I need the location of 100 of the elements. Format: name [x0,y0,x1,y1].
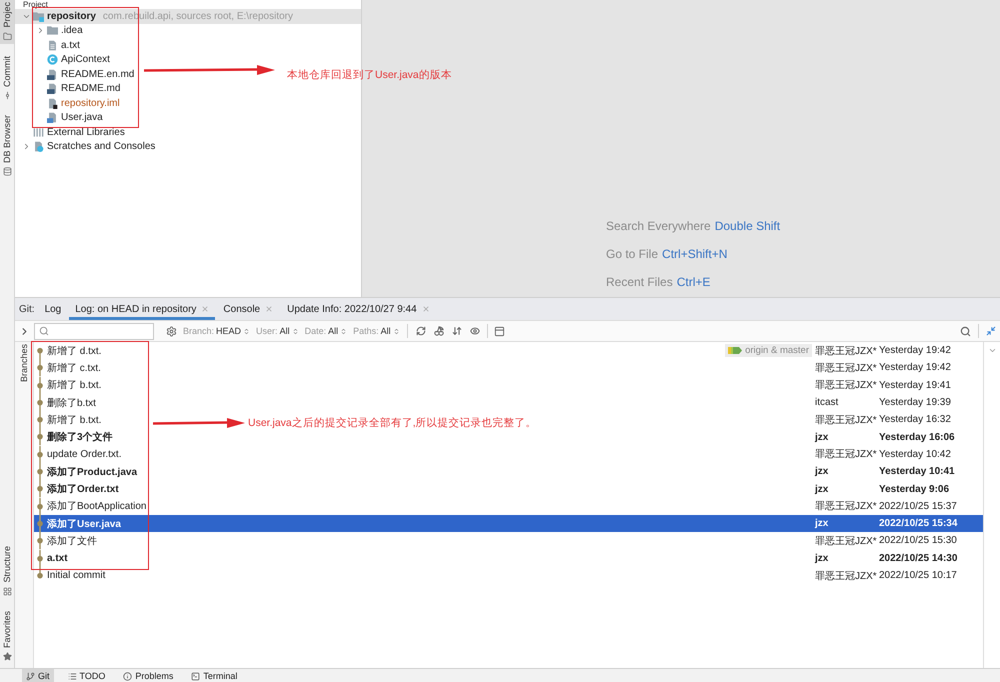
tree-item[interactable]: README.md [15,82,124,96]
commit-message[interactable]: 新增了 d.txt. [47,344,102,358]
commit-author: 罪恶王冠JZX* [815,362,878,375]
text-file-icon [47,40,58,51]
commit-message[interactable]: 添加了Product.java [47,464,138,479]
commit-graph-node [35,376,45,394]
tree-item[interactable]: .idea [15,24,87,38]
tool-window-tab[interactable]: Commit [0,54,14,103]
commit-date: Yesterday 19:39 [879,397,952,408]
tool-window-button[interactable]: Terminal [187,669,242,682]
folder-icon [47,25,58,36]
commit-message[interactable]: update Order.txt. [47,448,122,460]
tool-window-tab[interactable]: Structure [0,544,14,599]
commit-date: 2022/10/25 15:34 [879,518,958,530]
commit-graph-node [35,411,45,428]
commit-graph-node [35,359,45,377]
commit-date: Yesterday 10:41 [879,466,956,478]
commit-author: 罪恶王冠JZX* [815,414,878,427]
commit-graph-node [35,480,45,498]
tool-window-tab[interactable]: Favorites [0,608,14,664]
commit-date: Yesterday 9:06 [879,484,950,495]
commit-message[interactable]: 添加了文件 [47,534,97,548]
panel-title: Project [23,0,48,9]
search-field[interactable] [34,322,154,340]
editor-hint: Recent Files Ctrl+E [606,275,710,290]
commit-date: Yesterday 19:42 [879,345,952,356]
commit-author: 罪恶王冠JZX* [815,534,878,548]
commit-date: Yesterday 10:42 [879,448,952,460]
markdown-file-icon [47,83,58,94]
tree-item[interactable]: README.en.md [15,67,138,82]
scratch-icon [33,141,44,152]
structure-icon [2,586,12,596]
tree-item[interactable]: repository.iml [15,96,124,110]
commit-message[interactable]: 新增了 b.txt. [47,378,102,392]
commit-graph-node [35,428,45,446]
commit-author: jzx [815,552,830,564]
java-file-icon [47,112,58,124]
tree-item[interactable]: Scratches and Consoles [15,140,160,154]
cherry-icon[interactable] [434,326,444,336]
commit-date: 2022/10/25 15:30 [879,535,958,546]
branches-tab[interactable]: Branches [18,342,30,384]
tool-window-button[interactable]: TODO [64,669,110,682]
filter-dropdown[interactable]: Paths: All [353,326,400,336]
commit-graph-node [35,463,45,480]
commit-message[interactable]: 新增了 c.txt. [47,360,101,375]
annotation-text: 本地仓库回退到了User.java的版本 [287,68,452,82]
tree-item[interactable]: ApiContext [15,52,114,67]
commit-date: 2022/10/25 10:17 [879,570,958,581]
tab[interactable]: Log [38,298,68,320]
commit-author: 罪恶王冠JZX* [815,500,878,514]
star-icon [2,652,12,661]
tree-item[interactable]: User.java [15,110,107,125]
close-icon[interactable] [201,305,210,313]
commit-message[interactable]: 添加了Order.txt [47,482,119,496]
list-icon [68,672,77,680]
tree-item[interactable]: a.txt [15,38,84,52]
commit-message[interactable]: 删除了3个文件 [47,430,113,444]
branch-icon [26,672,35,680]
settings-icon[interactable] [166,326,177,336]
commit-date: Yesterday 16:32 [879,414,952,426]
updown-caret-icon [392,328,400,334]
search-icon[interactable] [960,326,971,336]
commit-graph-node [35,550,45,567]
commit-row[interactable]: 添加了User.java jzx 2022/10/25 15:34 [34,514,983,532]
commit-author: 罪恶王冠JZX* [815,379,878,392]
tree-item[interactable]: External Libraries [15,125,129,140]
tool-window-button[interactable]: Git [22,669,54,682]
filter-dropdown[interactable]: User: All [256,326,299,336]
editor-hint: Search Everywhere Double Shift [606,219,780,234]
updown-caret-icon [340,328,348,334]
filter-dropdown[interactable]: Date: All [304,326,348,336]
commit-date: Yesterday 19:42 [879,362,952,374]
tab[interactable]: Update Info: 2022/10/27 9:44 [281,298,436,320]
markdown-file-icon [47,68,58,80]
sort-icon[interactable] [452,326,462,336]
commit-message[interactable]: Initial commit [47,570,106,581]
close-icon[interactable] [422,305,430,313]
commit-message[interactable]: 添加了BootApplication [47,499,146,514]
annotation-text: User.java之后的提交记录全部有了,所以提交记录也完整了。 [248,416,537,430]
commit-message[interactable]: 添加了User.java [47,516,121,531]
collapse-arrows-icon[interactable] [986,326,996,336]
commit-message[interactable]: a.txt [47,552,68,564]
tool-window-tab[interactable]: Projec [0,0,14,44]
tab[interactable]: Console [217,298,280,320]
commit-message[interactable]: 删除了b.txt [47,396,96,410]
commit-message[interactable]: 新增了 b.txt. [47,412,102,427]
commit-graph-node [35,394,45,412]
tool-window-tab[interactable]: DB Browser [0,112,14,179]
refresh-icon[interactable] [416,326,426,336]
eye-icon[interactable] [470,326,480,336]
filter-dropdown[interactable]: Branch: HEAD [183,326,250,336]
close-icon[interactable] [265,305,274,313]
updown-caret-icon [292,328,299,334]
chevron-down-icon[interactable] [988,346,996,355]
commit-date: 2022/10/25 14:30 [879,552,958,564]
commit-date: 2022/10/25 15:37 [879,500,958,512]
commit-author: 罪恶王冠JZX* [815,448,878,462]
tool-window-button[interactable]: Problems [119,669,178,682]
tag-icon [728,346,742,356]
panel-icon[interactable] [494,326,505,336]
